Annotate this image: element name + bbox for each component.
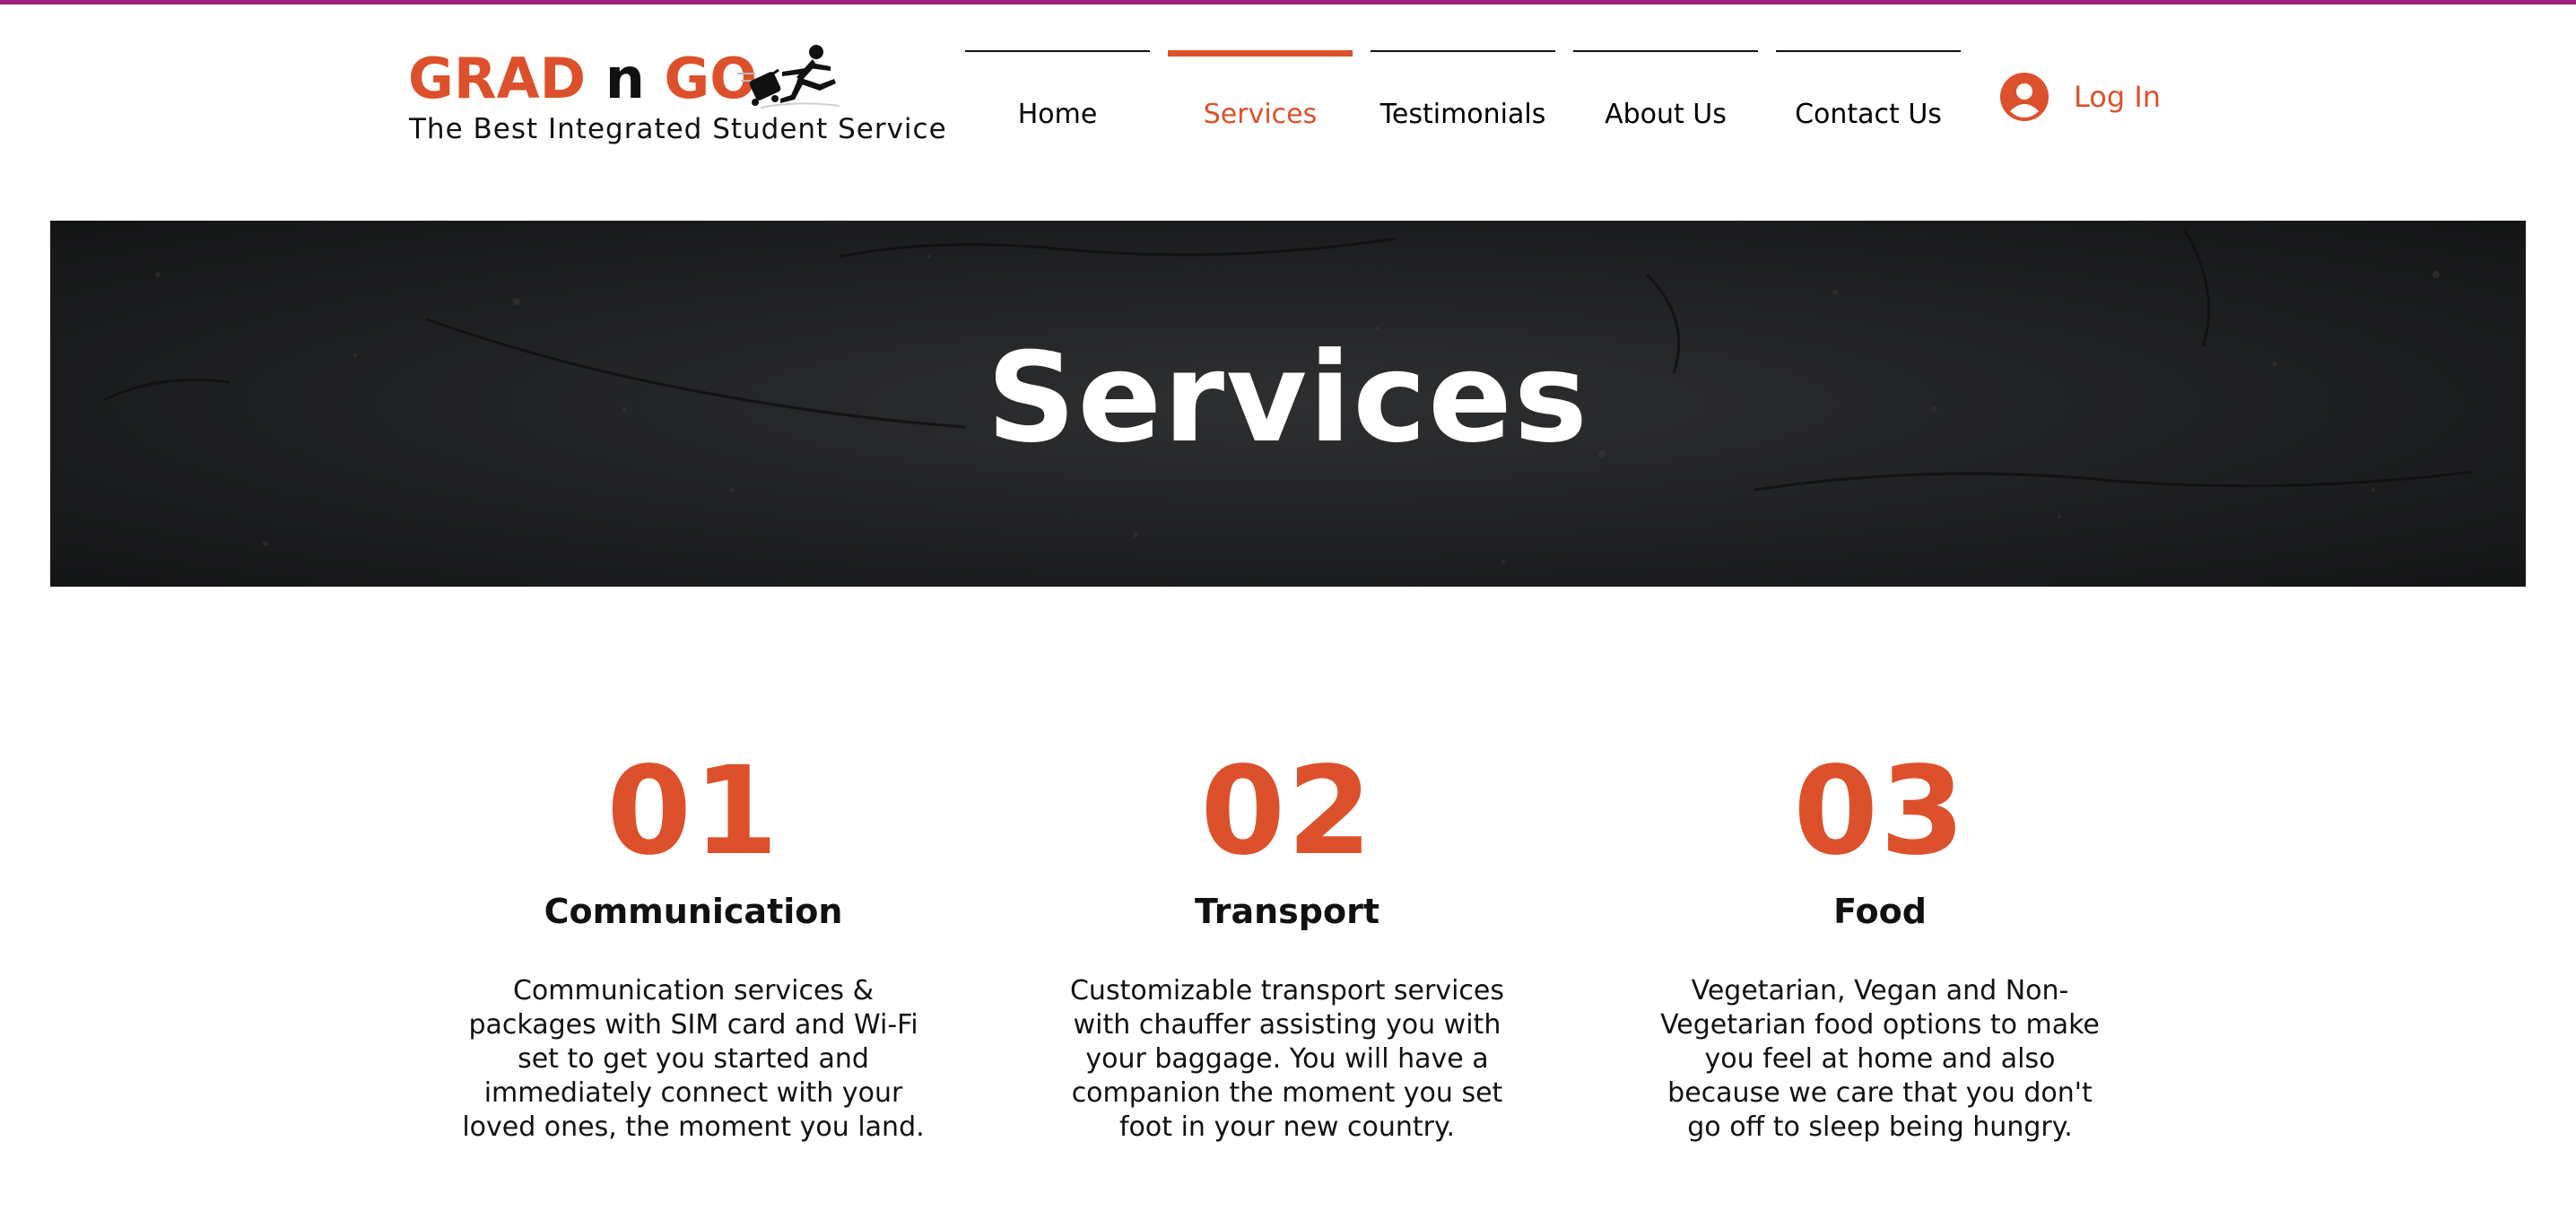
runner-with-suitcase-icon — [737, 45, 840, 109]
service-number: 03 — [1793, 741, 1967, 883]
nav-item-label: Services — [1203, 99, 1318, 130]
nav-item-label: About Us — [1605, 99, 1727, 130]
service-description: Communication services & packages with S… — [462, 975, 925, 1143]
nav-item-label: Contact Us — [1795, 99, 1942, 130]
logo-word-grad: GRAD — [408, 46, 587, 111]
service-title: Communication — [544, 892, 843, 931]
logo-word-n: n — [605, 46, 645, 111]
service-description: Vegetarian, Vegan and Non-Vegetarian foo… — [1660, 975, 2100, 1143]
service-card-food: 03 Food Vegetarian, Vegan and Non-Vegeta… — [1629, 736, 2131, 1145]
logo-tagline: The Best Integrated Student Service — [409, 113, 947, 145]
page-title: Services — [987, 326, 1589, 470]
nav-item-services[interactable]: Services — [1168, 50, 1353, 131]
login-label: Log In — [2074, 80, 2162, 114]
nav-item-contact-us[interactable]: Contact Us — [1776, 50, 1961, 131]
login-button[interactable]: Log In — [2000, 70, 2161, 124]
service-description: Customizable transport services with cha… — [1069, 975, 1504, 1143]
top-border — [0, 0, 2576, 4]
service-title: Food — [1833, 892, 1927, 931]
user-avatar-icon — [2000, 73, 2049, 121]
nav-item-testimonials[interactable]: Testimonials — [1371, 50, 1555, 131]
logo-title[interactable]: GRAD n GO — [408, 45, 757, 113]
nav-item-home[interactable]: Home — [965, 50, 1150, 131]
nav-item-label: Testimonials — [1379, 99, 1546, 130]
nav-item-label: Home — [1017, 99, 1098, 130]
nav-item-about-us[interactable]: About Us — [1573, 50, 1758, 131]
hero-banner: Services — [50, 221, 2526, 587]
service-card-communication: 01 Communication Communication services … — [442, 736, 944, 1145]
service-title: Transport — [1194, 892, 1379, 931]
service-card-transport: 02 Transport Customizable transport serv… — [1036, 736, 1538, 1145]
service-number: 02 — [1200, 741, 1374, 883]
service-number: 01 — [606, 741, 780, 883]
